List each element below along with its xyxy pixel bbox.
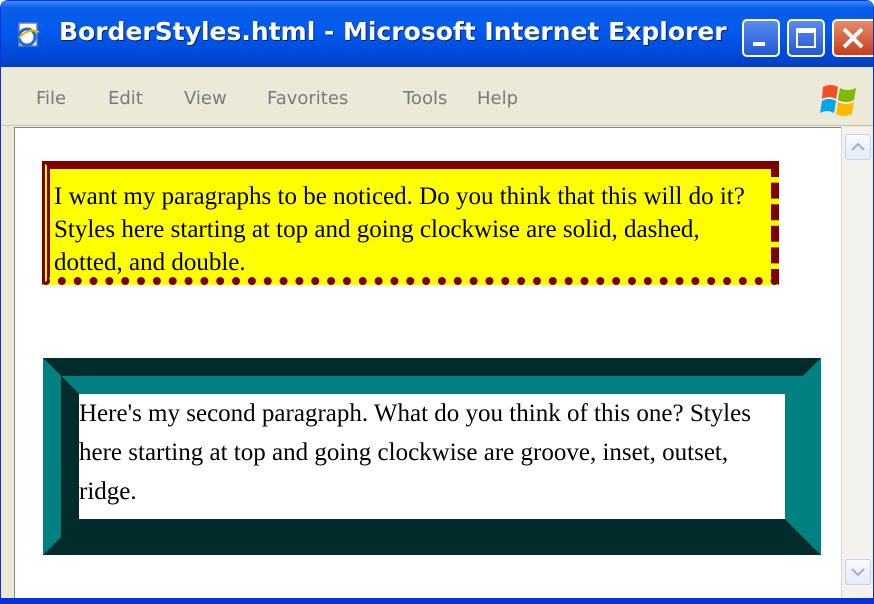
menu-edit[interactable]: Edit [108, 88, 143, 109]
scroll-up-icon [851, 142, 865, 151]
paragraph-bordered-2: Here's my second paragraph. What do you … [43, 358, 821, 555]
scroll-up-button[interactable] [845, 134, 871, 160]
menu-view[interactable]: View [184, 88, 227, 109]
menu-favorites[interactable]: Favorites [267, 88, 348, 109]
close-button[interactable] [832, 19, 873, 57]
maximize-button[interactable] [787, 19, 825, 57]
ie-page-icon [17, 22, 40, 47]
paragraph-1-text: I want my paragraphs to be noticed. Do y… [54, 183, 745, 276]
menu-help[interactable]: Help [477, 88, 518, 109]
maximize-icon [796, 28, 816, 48]
scroll-down-icon [851, 568, 865, 577]
menu-tools[interactable]: Tools [403, 88, 447, 109]
browser-window: BorderStyles.html - Microsoft Internet E… [0, 0, 874, 604]
menu-bar: File Edit View Favorites Tools Help [1, 77, 873, 126]
vertical-scrollbar[interactable] [841, 127, 873, 599]
title-bar[interactable]: BorderStyles.html - Microsoft Internet E… [1, 1, 873, 67]
menu-file[interactable]: File [36, 88, 66, 109]
scroll-down-button[interactable] [845, 559, 871, 585]
minimize-button[interactable] [742, 19, 780, 57]
minimize-icon [753, 42, 765, 46]
windows-logo-icon [820, 85, 856, 116]
close-icon [842, 27, 864, 49]
window-bottom-border [0, 598, 874, 604]
window-title: BorderStyles.html - Microsoft Internet E… [59, 17, 727, 46]
paragraph-2-text: Here's my second paragraph. What do you … [79, 400, 751, 505]
paragraph-bordered-1: I want my paragraphs to be noticed. Do y… [42, 161, 779, 285]
page-content: I want my paragraphs to be noticed. Do y… [14, 127, 843, 600]
